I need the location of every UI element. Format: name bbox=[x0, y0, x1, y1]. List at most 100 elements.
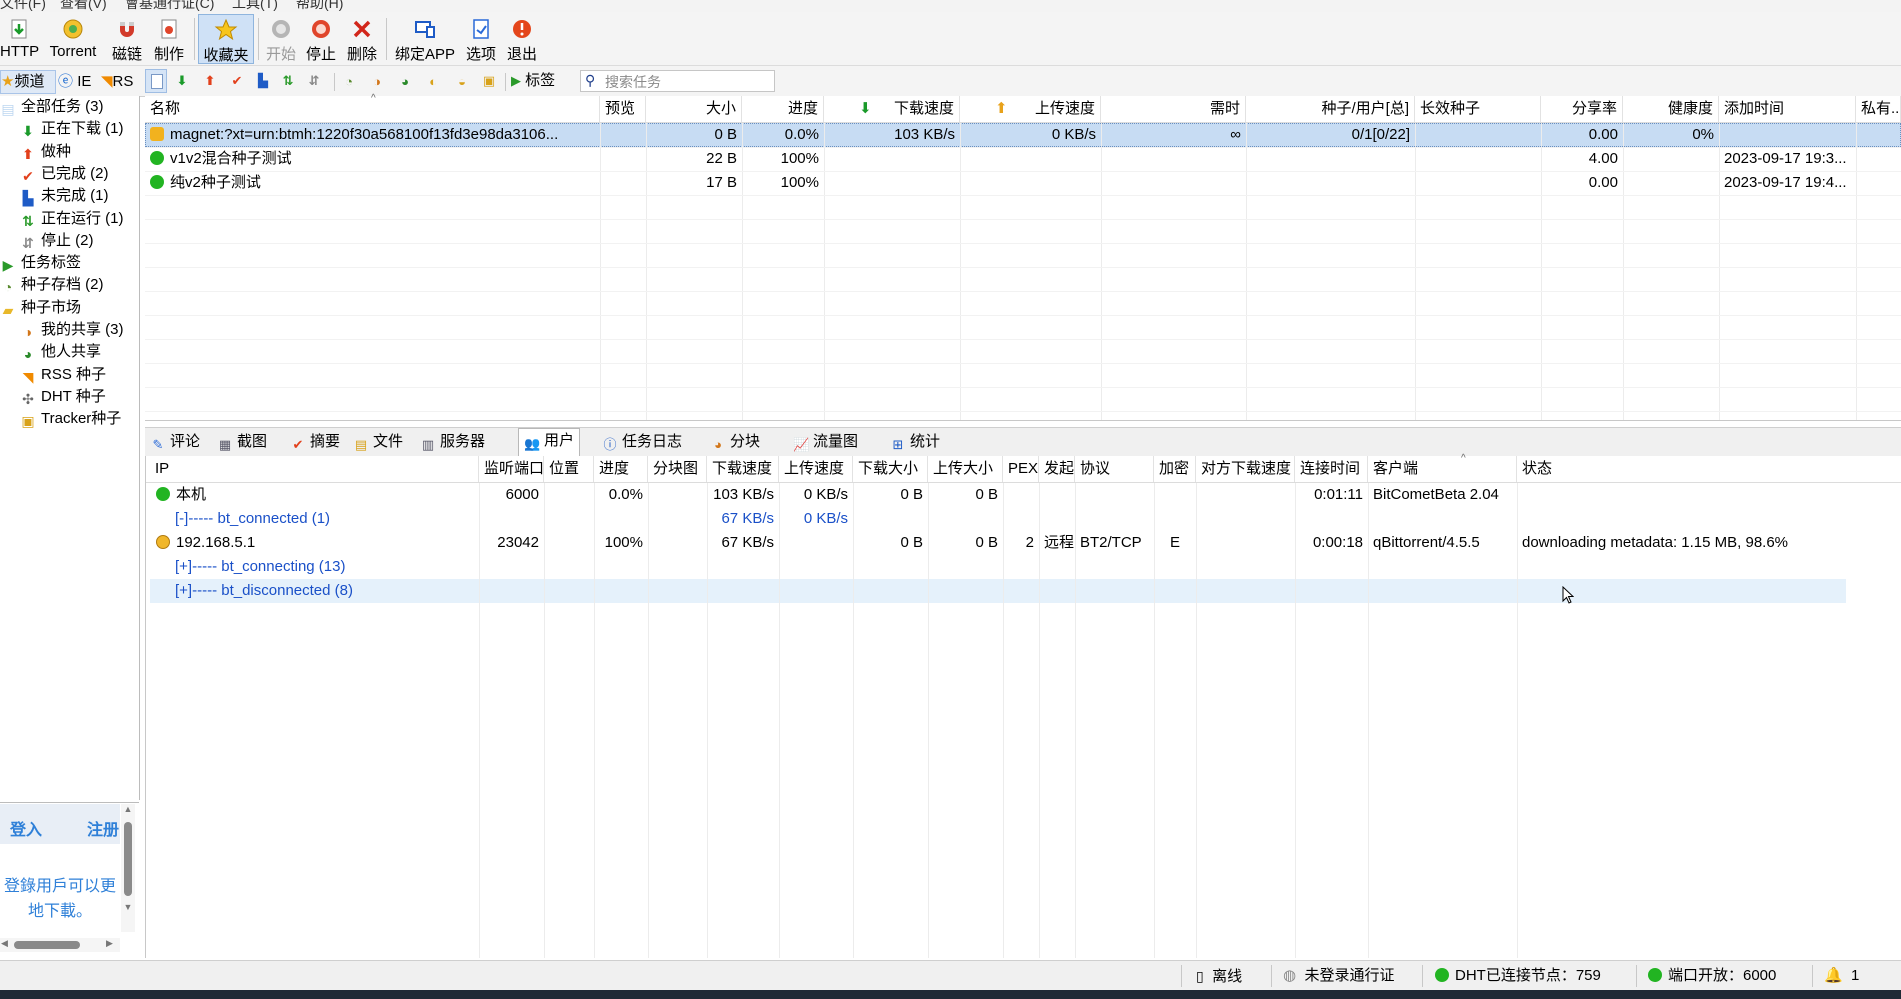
tree-item[interactable]: ✔ 已完成 (2) bbox=[20, 163, 108, 185]
torrent-button[interactable]: Torrent bbox=[42, 14, 104, 64]
tree-item[interactable]: ▶ 任务标签 bbox=[0, 252, 81, 274]
scroll-up-icon[interactable]: ▲ bbox=[121, 804, 135, 814]
tree-item[interactable]: ▰ 种子市场 bbox=[0, 297, 81, 319]
task-column-header[interactable]: ⬇ 下载速度 bbox=[824, 96, 960, 122]
peer-column-header[interactable]: 加密 bbox=[1154, 456, 1196, 482]
menu-passport[interactable]: 會基通行证(C) bbox=[125, 0, 214, 12]
task-column-header[interactable]: 需时 bbox=[1101, 96, 1246, 122]
peer-column-header[interactable]: 协议 bbox=[1075, 456, 1154, 482]
tree-item[interactable]: ◔ 种子存档 (2) bbox=[0, 274, 104, 296]
task-column-header[interactable]: 进度 bbox=[742, 96, 824, 122]
offline-status[interactable]: ▯ 离线 bbox=[1196, 966, 1242, 986]
left-tab-rss[interactable]: ◥RS bbox=[101, 72, 139, 92]
peer-group-row[interactable]: [-]----- bt_connected (1) 67 KB/s 0 KB/s bbox=[150, 507, 1846, 531]
peer-column-header[interactable]: IP bbox=[146, 456, 479, 482]
make-torrent-button[interactable]: 制作 bbox=[150, 14, 188, 64]
task-row[interactable]: 纯v2种子测试 17 B 100% 0.00 2023-09-17 19:4... bbox=[145, 171, 1901, 195]
left-tab-ie[interactable]: ⓔ IE bbox=[58, 72, 98, 92]
search-input[interactable]: 搜索任务 bbox=[605, 72, 661, 92]
task-column-header[interactable]: ⬆ 上传速度 bbox=[960, 96, 1101, 122]
peer-row[interactable]: 192.168.5.1 23042 100% 67 KB/s 0 B0 B 2 远程 BT2/… bbox=[150, 531, 1846, 555]
dht-status[interactable]: DHT已连接节点：759 bbox=[1435, 966, 1601, 986]
favorites-button[interactable]: 收藏夹 bbox=[198, 14, 254, 64]
peer-column-header[interactable]: 上传速度 bbox=[779, 456, 853, 482]
peer-column-header[interactable]: 进度 bbox=[594, 456, 648, 482]
peer-column-header[interactable]: 下载速度 bbox=[707, 456, 779, 482]
tree-item[interactable]: ⇵ 停止 (2) bbox=[20, 230, 93, 252]
task-column-header[interactable]: 长效种子 bbox=[1415, 96, 1541, 122]
tab-comment[interactable]: ✎ 评论 bbox=[145, 430, 205, 454]
view-toggle-button[interactable] bbox=[145, 69, 167, 93]
peer-column-header[interactable]: 上传大小 bbox=[928, 456, 1003, 482]
menu-file[interactable]: 文件(F) bbox=[0, 0, 46, 12]
bind-app-button[interactable]: 绑定APP bbox=[392, 14, 458, 64]
task-column-header[interactable]: 健康度 bbox=[1623, 96, 1719, 122]
scroll-thumb[interactable] bbox=[124, 822, 132, 896]
register-link[interactable]: 注册 bbox=[87, 816, 119, 840]
tree-item[interactable]: ◑ 我的共享 (3) bbox=[20, 319, 124, 341]
task-column-header[interactable]: 种子/用户[总] bbox=[1246, 96, 1415, 122]
tool-icon-1[interactable]: ◔ bbox=[341, 73, 357, 89]
task-column-header[interactable]: 预览 bbox=[600, 96, 646, 122]
tab-traffic-chart[interactable]: 📈 流量图 bbox=[788, 430, 863, 454]
stop-button[interactable]: 停止 bbox=[302, 14, 340, 64]
tool-icon-4[interactable]: ◐ bbox=[425, 73, 441, 89]
task-column-header[interactable]: 分享率 bbox=[1541, 96, 1623, 122]
start-button[interactable]: 开始 bbox=[262, 14, 300, 64]
http-button[interactable]: HTTP bbox=[0, 14, 39, 64]
passport-status[interactable]: ◍ 未登录通行证 bbox=[1283, 966, 1394, 986]
peer-column-header[interactable]: 连接时间 bbox=[1295, 456, 1368, 482]
tree-item[interactable]: ⬆ 做种 bbox=[20, 141, 71, 163]
search-box[interactable]: ⚲ 搜索任务 bbox=[580, 70, 775, 92]
tab-server[interactable]: ▥ 服务器 bbox=[415, 430, 490, 454]
menu-help[interactable]: 帮助(H) bbox=[296, 0, 343, 12]
tree-item[interactable]: ⇅ 正在运行 (1) bbox=[20, 208, 123, 230]
tab-summary[interactable]: ✔ 摘要 bbox=[285, 430, 345, 454]
tag-button[interactable]: ▶ 标签 bbox=[511, 71, 555, 91]
delete-button[interactable]: 删除 bbox=[343, 14, 381, 64]
tree-item[interactable]: ◥ RSS 种子 bbox=[20, 364, 106, 386]
peer-column-header[interactable]: 状态 bbox=[1517, 456, 1901, 482]
hscroll-thumb[interactable] bbox=[14, 941, 80, 949]
tree-item[interactable]: ▣ Tracker种子 bbox=[20, 408, 121, 430]
updown-gray-icon[interactable]: ⇵ bbox=[306, 73, 322, 89]
tab-users[interactable]: 👥 用户 bbox=[518, 428, 581, 456]
tree-item[interactable]: ▤ 全部任务 (3) bbox=[0, 96, 103, 118]
scroll-down-icon[interactable]: ▼ bbox=[121, 902, 135, 912]
alerts-status[interactable]: 🔔 1 bbox=[1824, 966, 1859, 986]
task-column-header[interactable]: 添加时间 bbox=[1719, 96, 1856, 122]
peer-column-header[interactable]: 对方下载速度 bbox=[1196, 456, 1295, 482]
tab-task-log[interactable]: ⓘ 任务日志 bbox=[597, 430, 687, 454]
peer-column-header[interactable]: PEX bbox=[1003, 456, 1039, 482]
updown-icon[interactable]: ⇅ bbox=[280, 73, 296, 89]
login-link[interactable]: 登入 bbox=[10, 816, 42, 840]
peer-column-header[interactable]: 位置 bbox=[544, 456, 594, 482]
options-button[interactable]: 选项 bbox=[462, 14, 500, 64]
menu-tools[interactable]: 工具(T) bbox=[232, 0, 278, 12]
peer-column-header[interactable]: 下载大小 bbox=[853, 456, 928, 482]
left-tab-channel[interactable]: ★频道 bbox=[0, 70, 56, 94]
task-row[interactable]: v1v2混合种子测试 22 B 100% 4.00 2023-09-17 19:3... bbox=[145, 147, 1901, 171]
tool-icon-5[interactable]: ◒ bbox=[454, 73, 470, 89]
port-status[interactable]: 端口开放：6000 bbox=[1648, 966, 1776, 986]
tab-pieces[interactable]: ◕ 分块 bbox=[705, 430, 765, 454]
task-column-header[interactable]: 大小 bbox=[646, 96, 742, 122]
peer-group-row[interactable]: [+]----- bt_disconnected (8) bbox=[150, 579, 1846, 603]
task-row[interactable]: magnet:?xt=urn:btmh:1220f30a568100f13fd3… bbox=[145, 123, 1901, 147]
menu-view[interactable]: 查看(V) bbox=[60, 0, 107, 12]
exit-button[interactable]: 退出 bbox=[503, 14, 541, 64]
chart-small-icon[interactable]: ▙ bbox=[255, 73, 271, 89]
tab-files[interactable]: ▤ 文件 bbox=[348, 430, 408, 454]
tree-item[interactable]: ▙ 未完成 (1) bbox=[20, 185, 109, 207]
peer-row[interactable]: 本机 6000 0.0% 103 KB/s 0 KB/s 0 B0 B 0:01:11 Bit… bbox=[150, 483, 1846, 507]
peer-column-header[interactable]: 客户端 bbox=[1368, 456, 1517, 482]
task-column-header[interactable]: 私有... bbox=[1856, 96, 1901, 122]
move-up-icon[interactable]: ⬆ bbox=[202, 73, 218, 89]
scroll-left-icon[interactable]: ◀ bbox=[1, 938, 8, 949]
scroll-right-icon[interactable]: ▶ bbox=[106, 938, 113, 949]
check-icon[interactable]: ✔ bbox=[229, 73, 245, 89]
tool-icon-3[interactable]: ◕ bbox=[397, 73, 413, 89]
tree-item[interactable]: ⬇ 正在下载 (1) bbox=[20, 118, 123, 140]
tool-icon-6[interactable]: ▣ bbox=[481, 73, 497, 89]
move-down-icon[interactable]: ⬇ bbox=[174, 73, 190, 89]
